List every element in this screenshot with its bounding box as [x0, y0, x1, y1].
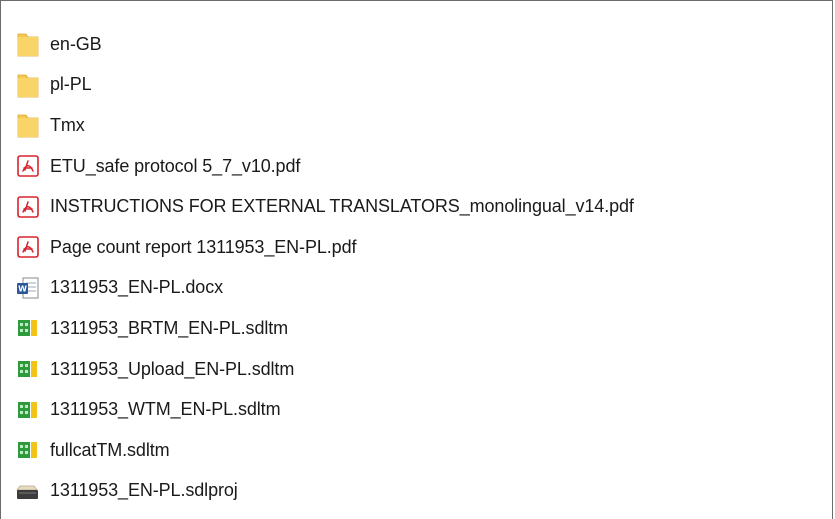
- item-name: Page count report 1311953_EN-PL.pdf: [50, 236, 357, 257]
- pdf-icon: [15, 234, 41, 260]
- list-item-docx[interactable]: W 1311953_EN-PL.docx: [15, 268, 832, 309]
- list-item-pdf-page-count[interactable]: Page count report 1311953_EN-PL.pdf: [15, 227, 832, 268]
- list-item-sdltm-wtm[interactable]: 1311953_WTM_EN-PL.sdltm: [15, 389, 832, 430]
- list-item-sdltm-fullcat[interactable]: fullcatTM.sdltm: [15, 430, 832, 471]
- list-item-pdf-etu[interactable]: ETU_safe protocol 5_7_v10.pdf: [15, 146, 832, 187]
- sdlproj-icon: [15, 478, 41, 504]
- item-name: 1311953_EN-PL.sdlproj: [50, 480, 238, 501]
- list-item-folder-en-gb[interactable]: en-GB: [15, 24, 832, 65]
- word-doc-icon: W: [15, 275, 41, 301]
- item-name: 1311953_Upload_EN-PL.sdltm: [50, 358, 295, 379]
- file-list-window: en-GB pl-PL Tmx ETU_safe protocol 5_7_v1…: [0, 0, 833, 519]
- item-name: 1311953_BRTM_EN-PL.sdltm: [50, 317, 289, 338]
- sdltm-icon: [15, 315, 41, 341]
- list-item-pdf-instructions[interactable]: INSTRUCTIONS FOR EXTERNAL TRANSLATORS_mo…: [15, 186, 832, 227]
- list-item-sdltm-upload[interactable]: 1311953_Upload_EN-PL.sdltm: [15, 349, 832, 390]
- list-item-sdlproj[interactable]: 1311953_EN-PL.sdlproj: [15, 471, 832, 512]
- file-list: en-GB pl-PL Tmx ETU_safe protocol 5_7_v1…: [15, 24, 832, 511]
- item-name: pl-PL: [50, 74, 92, 95]
- sdltm-icon: [15, 437, 41, 463]
- item-name: Tmx: [50, 114, 85, 135]
- pdf-icon: [15, 194, 41, 220]
- folder-icon: [15, 72, 41, 98]
- item-name: INSTRUCTIONS FOR EXTERNAL TRANSLATORS_mo…: [50, 196, 634, 217]
- item-name: ETU_safe protocol 5_7_v10.pdf: [50, 155, 301, 176]
- item-name: 1311953_WTM_EN-PL.sdltm: [50, 399, 281, 420]
- list-item-sdltm-brtm[interactable]: 1311953_BRTM_EN-PL.sdltm: [15, 308, 832, 349]
- item-name: 1311953_EN-PL.docx: [50, 277, 223, 298]
- item-name: en-GB: [50, 33, 102, 54]
- folder-icon: [15, 112, 41, 138]
- list-item-folder-pl-pl[interactable]: pl-PL: [15, 65, 832, 106]
- sdltm-icon: [15, 397, 41, 423]
- list-item-folder-tmx[interactable]: Tmx: [15, 105, 832, 146]
- svg-text:W: W: [18, 284, 27, 293]
- sdltm-icon: [15, 356, 41, 382]
- item-name: fullcatTM.sdltm: [50, 439, 170, 460]
- folder-icon: [15, 31, 41, 57]
- pdf-icon: [15, 153, 41, 179]
